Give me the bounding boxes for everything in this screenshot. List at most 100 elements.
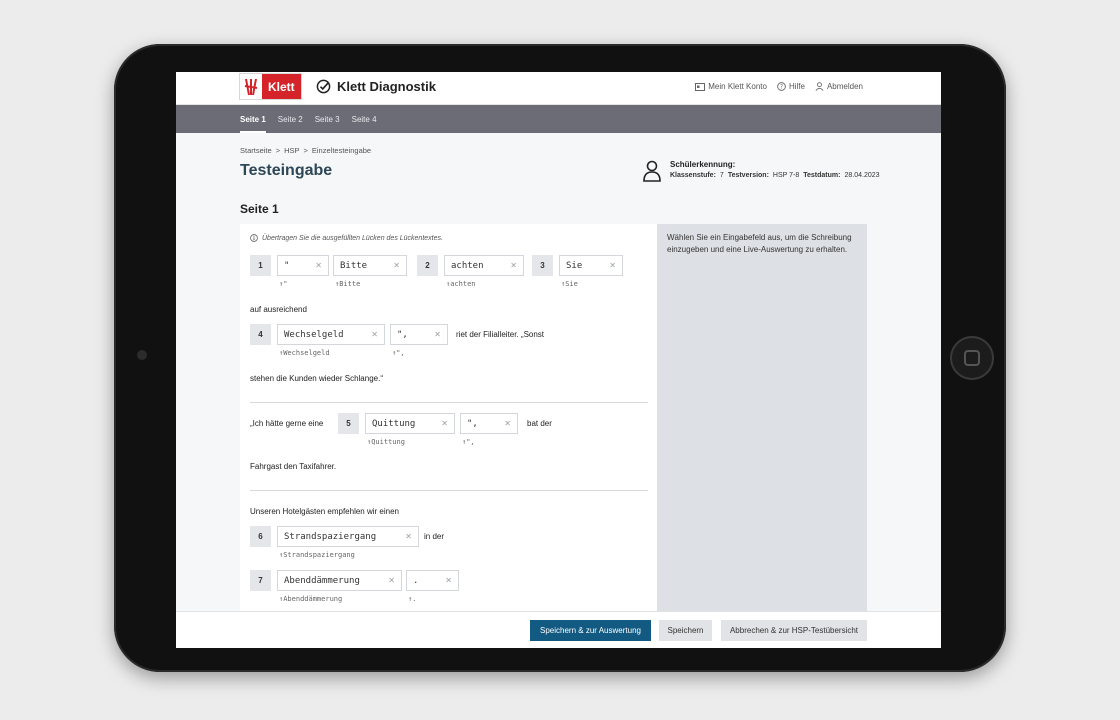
gap-input[interactable]: Strandspaziergang ✕: [277, 526, 419, 547]
cloze-text: Unseren Hotelgästen empfehlen wir einen: [250, 507, 399, 516]
divider: [250, 490, 648, 491]
tab-seite-3[interactable]: Seite 3: [315, 105, 340, 133]
gap-value: Bitte: [340, 260, 368, 271]
gap-input[interactable]: achten ✕: [444, 255, 524, 276]
breadcrumb-current: Einzeltesteingabe: [311, 146, 372, 155]
hint: Übertragen Sie die ausgefüllten Lücken d…: [250, 234, 443, 242]
clear-icon[interactable]: ✕: [510, 261, 517, 270]
breadcrumb-separator: >: [275, 146, 281, 155]
gap-echo: ↑Sie: [561, 280, 578, 288]
clear-icon[interactable]: ✕: [504, 419, 511, 428]
cloze-text: in der: [424, 532, 445, 541]
breadcrumb-start[interactable]: Startseite: [240, 146, 272, 155]
home-button[interactable]: [950, 336, 994, 380]
cancel-button[interactable]: Abbrechen & zur HSP-Testübersicht: [721, 620, 867, 641]
gap-value: Wechselgeld: [284, 329, 344, 340]
gap-input[interactable]: Quittung ✕: [365, 413, 455, 434]
divider: [250, 402, 648, 403]
gap-number: 4: [250, 324, 271, 345]
breadcrumb-hsp[interactable]: HSP: [284, 146, 299, 155]
svg-text:?: ?: [780, 85, 783, 91]
clear-icon[interactable]: ✕: [371, 330, 378, 339]
gap-number: 7: [250, 570, 271, 591]
clear-icon[interactable]: ✕: [405, 532, 412, 541]
breadcrumb: Startseite > HSP > Einzeltesteingabe: [240, 146, 371, 155]
cloze-text: riet der Filialleiter. „Sonst: [456, 330, 545, 339]
gap-input[interactable]: Abenddämmerung ✕: [277, 570, 402, 591]
grade-label: Klassenstufe:: [670, 172, 716, 179]
gap-number: 3: [532, 255, 553, 276]
gap-number: 1: [250, 255, 271, 276]
gap-input[interactable]: Sie ✕: [559, 255, 623, 276]
action-footer: Speichern & zur Auswertung Speichern Abb…: [176, 611, 941, 648]
clear-icon[interactable]: ✕: [434, 330, 441, 339]
student-info: Schülerkennung: Klassenstufe: 7 Testversi…: [642, 160, 880, 182]
cloze-text: Fahrgast den Taxifahrer.: [250, 462, 337, 471]
side-hint: Wählen Sie ein Eingabefeld aus, um die S…: [667, 233, 852, 255]
nav-help[interactable]: ? Hilfe: [777, 82, 805, 91]
clear-icon[interactable]: ✕: [445, 576, 452, 585]
brand: Klett Diagnostik: [316, 79, 436, 94]
gap-input[interactable]: " ✕: [277, 255, 329, 276]
gap-echo: ↑",: [392, 349, 405, 357]
person-icon: [643, 160, 661, 182]
camera-icon: [137, 350, 147, 360]
top-bar: Klett Klett Diagnostik Mein Klett Konto …: [176, 72, 941, 105]
top-nav: Mein Klett Konto ? Hilfe Abmelden: [695, 82, 863, 91]
version-value: HSP 7-8: [772, 172, 800, 179]
clear-icon[interactable]: ✕: [609, 261, 616, 270]
gap-input[interactable]: Bitte ✕: [333, 255, 407, 276]
user-icon: [815, 82, 824, 91]
gap-echo: ↑Bitte: [335, 280, 361, 288]
gap-input[interactable]: ", ✕: [390, 324, 448, 345]
cloze-text: „Ich hätte gerne eine: [250, 419, 324, 428]
save-button[interactable]: Speichern: [659, 620, 712, 641]
nav-logout[interactable]: Abmelden: [815, 82, 863, 91]
klett-logo[interactable]: Klett: [239, 73, 302, 100]
gap-echo: ↑",: [462, 438, 475, 446]
version-label: Testversion:: [727, 172, 769, 179]
nav-help-label: Hilfe: [788, 82, 805, 91]
gap-echo: ↑Wechselgeld: [279, 349, 330, 357]
date-label: Testdatum:: [803, 172, 841, 179]
page-tab-bar: Seite 1 Seite 2 Seite 3 Seite 4: [176, 105, 941, 133]
home-square-icon: [964, 350, 980, 366]
gap-value: Quittung: [372, 418, 416, 429]
app-screen: Klett Klett Diagnostik Mein Klett Konto …: [176, 72, 941, 648]
help-circle-icon: ?: [777, 82, 786, 91]
clear-icon[interactable]: ✕: [388, 576, 395, 585]
date-value: 28.04.2023: [844, 172, 880, 179]
nav-logout-label: Abmelden: [826, 82, 863, 91]
cloze-text: bat der: [527, 419, 552, 428]
cloze-text: stehen die Kunden wieder Schlange.“: [250, 374, 383, 383]
clear-icon[interactable]: ✕: [441, 419, 448, 428]
save-and-evaluate-button[interactable]: Speichern & zur Auswertung: [530, 620, 651, 641]
gap-value: ",: [397, 329, 408, 340]
gap-value: Sie: [566, 260, 583, 271]
tablet-frame: Klett Klett Diagnostik Mein Klett Konto …: [114, 44, 1006, 672]
gap-input[interactable]: ", ✕: [460, 413, 518, 434]
tab-seite-4[interactable]: Seite 4: [352, 105, 377, 133]
gap-input[interactable]: . ✕: [406, 570, 459, 591]
gap-echo: ↑.: [408, 595, 417, 603]
nav-account[interactable]: Mein Klett Konto: [695, 82, 767, 91]
cloze-panel: Übertragen Sie die ausgefüllten Lücken d…: [240, 224, 657, 614]
grade-value: 7: [719, 172, 724, 179]
gap-value: Strandspaziergang: [284, 531, 377, 542]
gap-echo: ↑": [279, 280, 288, 288]
clear-icon[interactable]: ✕: [393, 261, 400, 270]
tab-seite-1[interactable]: Seite 1: [240, 105, 266, 133]
nav-account-label: Mein Klett Konto: [708, 82, 767, 91]
gap-number: 6: [250, 526, 271, 547]
live-evaluation-panel: Wählen Sie ein Eingabefeld aus, um die S…: [657, 224, 867, 614]
breadcrumb-separator: >: [303, 146, 308, 155]
page-title: Testeingabe: [240, 162, 333, 179]
student-label: Schülerkennung:: [670, 160, 736, 169]
gap-value: ": [284, 260, 290, 271]
clear-icon[interactable]: ✕: [315, 261, 322, 270]
gap-echo: ↑Strandspaziergang: [279, 551, 355, 559]
gap-input[interactable]: Wechselgeld ✕: [277, 324, 385, 345]
gap-echo: ↑Quittung: [367, 438, 405, 446]
klett-mark-icon: [240, 74, 262, 99]
tab-seite-2[interactable]: Seite 2: [278, 105, 303, 133]
